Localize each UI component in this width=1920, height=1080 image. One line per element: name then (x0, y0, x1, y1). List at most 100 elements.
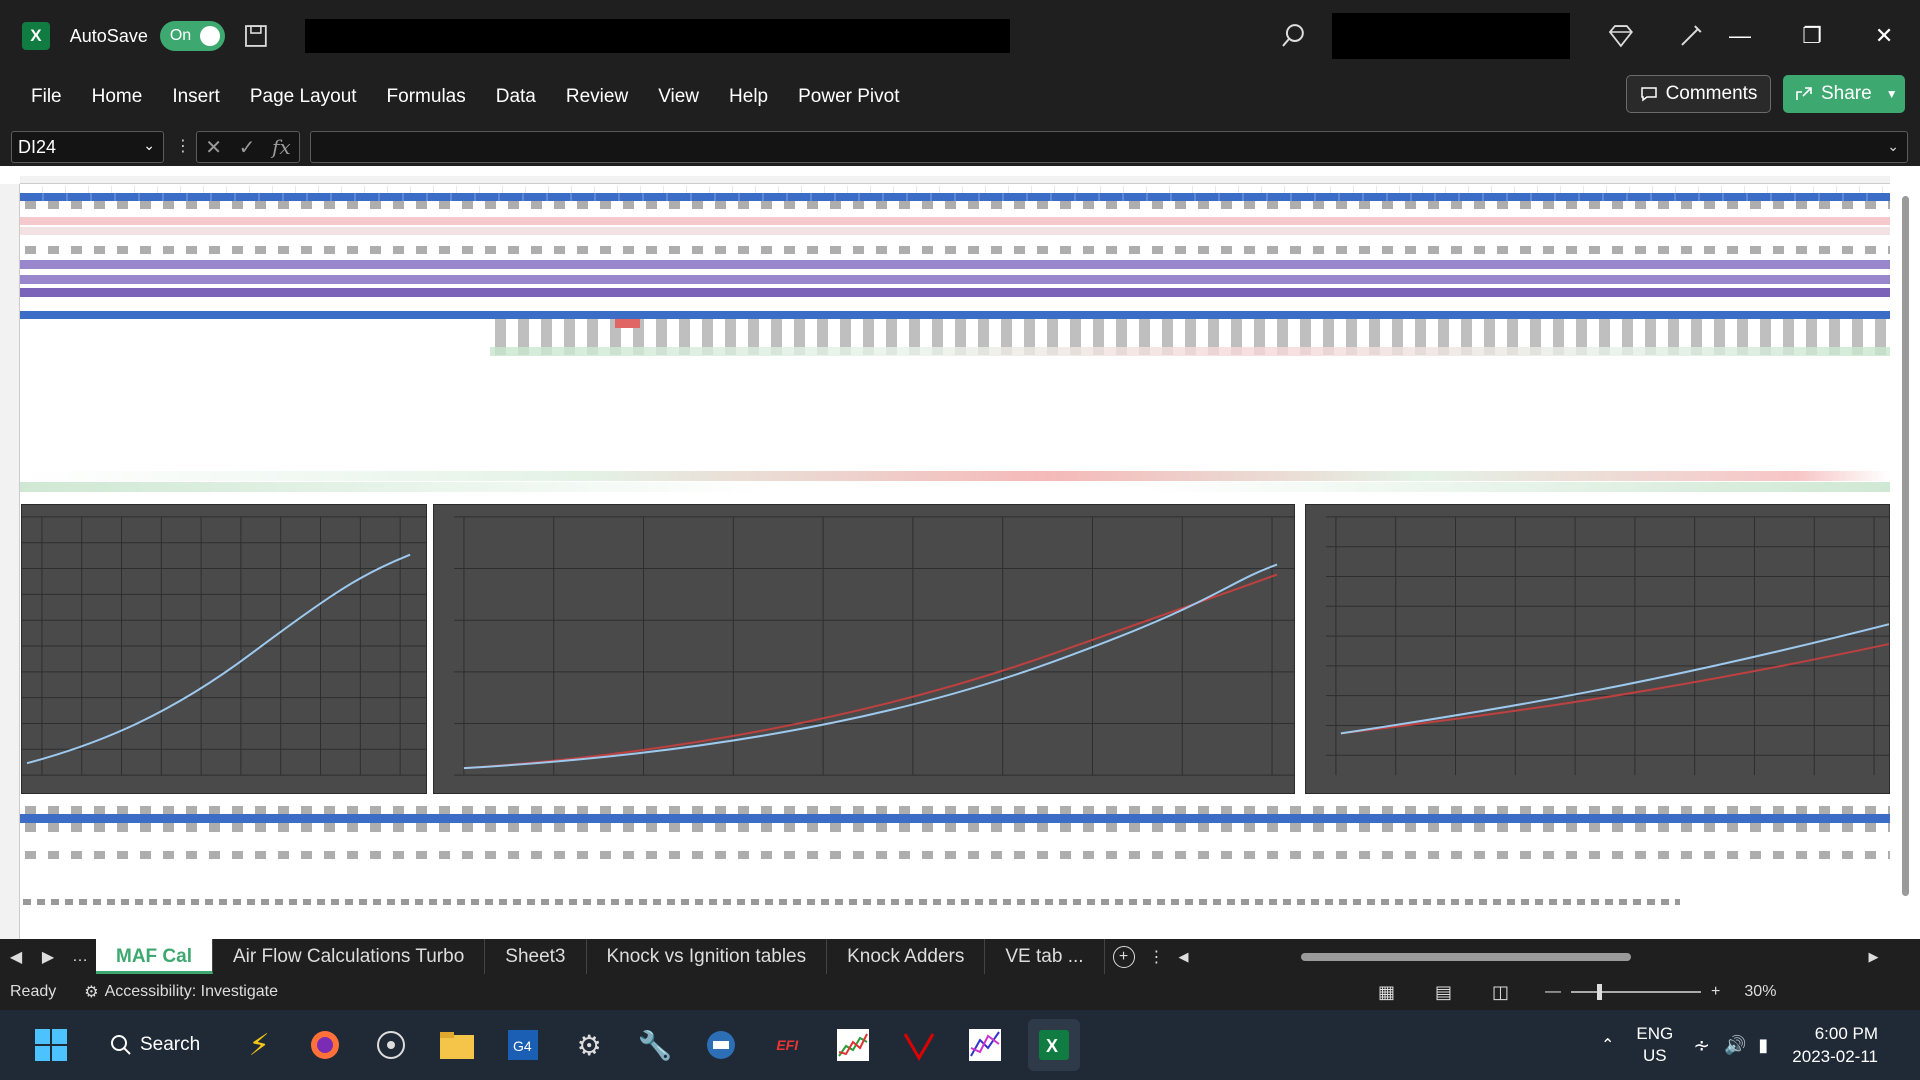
chevron-up-icon[interactable]: ⌃ (1601, 1035, 1614, 1055)
data-row-div0[interactable] (20, 482, 1890, 492)
g4-app-icon[interactable]: G4 (500, 1022, 546, 1068)
menu-view[interactable]: View (658, 86, 699, 108)
data-row-values-2[interactable] (20, 246, 1890, 254)
highlight-red-cells[interactable] (615, 319, 640, 328)
vertical-scrollbar[interactable] (1890, 166, 1920, 939)
data-row-blue-3[interactable] (20, 814, 1890, 823)
wrench-icon[interactable]: 🔧 (632, 1022, 678, 1068)
menu-review[interactable]: Review (566, 86, 628, 108)
menu-home[interactable]: Home (92, 86, 143, 108)
zoom-slider-thumb[interactable] (1597, 984, 1603, 1000)
data-row-purple-1[interactable] (20, 260, 1890, 269)
clock[interactable]: 6:00 PM 2023-02-11 (1792, 1022, 1878, 1068)
wifi-icon[interactable]: ∻ (1693, 1033, 1710, 1058)
efi-app-icon[interactable]: EFI (764, 1022, 810, 1068)
pen-icon[interactable] (1678, 23, 1704, 49)
autosave-toggle[interactable]: On (159, 21, 226, 51)
data-row-index[interactable] (20, 186, 1890, 193)
name-box[interactable]: DI24 ⌄ (11, 131, 164, 163)
zoom-slider[interactable] (1571, 984, 1702, 1000)
zoom-in-button[interactable]: + (1711, 983, 1720, 1001)
page-break-icon[interactable]: ◫ (1492, 982, 1509, 1003)
data-row-index-2[interactable] (20, 806, 1890, 814)
tab-more[interactable]: … (64, 948, 96, 966)
data-row-values-4[interactable] (20, 851, 1890, 859)
worksheet-grid[interactable] (0, 166, 1920, 939)
data-row-zeros[interactable] (20, 227, 1890, 235)
tab-next-arrow[interactable]: ▶ (32, 947, 64, 967)
data-row-purple-2[interactable] (20, 275, 1890, 284)
scanner-app-icon[interactable] (698, 1022, 744, 1068)
tab-maf-cal[interactable]: MAF Cal (96, 939, 213, 974)
row-headers[interactable] (0, 184, 20, 939)
cancel-icon[interactable]: ✕ (205, 135, 222, 160)
hscroll-right-arrow[interactable]: ▶ (1869, 949, 1879, 965)
data-row-values-3[interactable] (20, 823, 1890, 832)
accessibility-icon[interactable]: ⚙ (84, 982, 98, 1002)
data-row-purple-3[interactable] (20, 288, 1890, 297)
scroll-thumb[interactable] (1902, 196, 1909, 896)
share-button[interactable]: Share ▼ (1783, 75, 1905, 113)
more-options-icon[interactable]: ⋮ (175, 136, 191, 156)
diamond-icon[interactable] (1608, 23, 1634, 49)
formula-input[interactable]: ⌄ (310, 131, 1908, 163)
tab-ve-tables[interactable]: VE tab ... (985, 939, 1105, 974)
column-headers[interactable] (20, 176, 1890, 184)
menu-insert[interactable]: Insert (172, 86, 220, 108)
v-app-icon[interactable] (896, 1022, 942, 1068)
more-options-icon[interactable]: ⋮ (1149, 947, 1165, 967)
expand-formula-icon[interactable]: ⌄ (1887, 138, 1899, 155)
sheet-add-icon[interactable]: + (1112, 945, 1135, 968)
windows-start-icon[interactable] (28, 1022, 74, 1068)
zoom-level[interactable]: 30% (1744, 983, 1776, 1001)
data-row-blue[interactable] (20, 193, 1890, 201)
chevron-down-icon[interactable]: ⌄ (143, 137, 155, 154)
page-layout-icon[interactable]: ▤ (1435, 982, 1452, 1003)
tab-knock-adders[interactable]: Knock Adders (827, 939, 986, 974)
data-row-values-5[interactable] (20, 899, 1680, 905)
enter-icon[interactable]: ✓ (239, 135, 256, 160)
search-icon[interactable] (1280, 22, 1308, 50)
tab-air-flow-calculations-turbo[interactable]: Air Flow Calculations Turbo (213, 939, 486, 974)
file-explorer-icon[interactable] (434, 1022, 480, 1068)
horizontal-scrollbar[interactable] (1201, 948, 1861, 966)
excel-taskbar-icon[interactable]: X (1028, 1019, 1081, 1071)
chart-airflow-comparison-2[interactable] (1305, 504, 1890, 794)
volume-icon[interactable]: 🔊 (1724, 1035, 1746, 1056)
app-dial-icon[interactable] (368, 1022, 414, 1068)
data-row-deltas[interactable] (20, 471, 1890, 481)
insert-function-button[interactable]: fx (272, 135, 291, 159)
minimize-button[interactable]: — (1704, 0, 1776, 72)
lightning-app-icon[interactable]: ⚡ (236, 1022, 282, 1068)
graph-app-icon[interactable] (962, 1022, 1008, 1068)
tab-prev-arrow[interactable]: ◀ (0, 947, 32, 967)
chart-airflow-comparison[interactable] (433, 504, 1295, 794)
firefox-icon[interactable] (302, 1022, 348, 1068)
chart-app-icon[interactable] (830, 1022, 876, 1068)
highlight-green-cells[interactable] (490, 347, 1890, 356)
menu-power-pivot[interactable]: Power Pivot (798, 86, 899, 108)
close-button[interactable]: ✕ (1848, 0, 1920, 72)
data-row-pink[interactable] (20, 217, 1890, 225)
comments-button[interactable]: Comments (1626, 75, 1771, 113)
menu-formulas[interactable]: Formulas (387, 86, 466, 108)
chevron-down-icon[interactable]: ▼ (1886, 87, 1898, 101)
data-row-values[interactable] (20, 201, 1890, 209)
restore-button[interactable]: ❐ (1776, 0, 1848, 72)
menu-help[interactable]: Help (729, 86, 768, 108)
zoom-out-button[interactable]: — (1545, 983, 1561, 1001)
tuning-app-icon[interactable]: ⚙ (566, 1022, 612, 1068)
language-indicator[interactable]: ENG US (1636, 1023, 1673, 1067)
tab-sheet3[interactable]: Sheet3 (485, 939, 587, 974)
chart-maf-curve[interactable] (21, 504, 427, 794)
hscroll-left-arrow[interactable]: ◀ (1179, 949, 1189, 965)
menu-file[interactable]: File (31, 86, 62, 108)
menu-page-layout[interactable]: Page Layout (250, 86, 357, 108)
hscroll-thumb[interactable] (1300, 952, 1631, 961)
tab-knock-vs-ignition[interactable]: Knock vs Ignition tables (587, 939, 828, 974)
data-row-blue-2[interactable] (20, 311, 1890, 319)
menu-data[interactable]: Data (496, 86, 536, 108)
normal-view-icon[interactable]: ▦ (1378, 982, 1395, 1003)
taskbar-search[interactable]: Search (110, 1034, 200, 1056)
save-icon[interactable] (243, 23, 269, 49)
